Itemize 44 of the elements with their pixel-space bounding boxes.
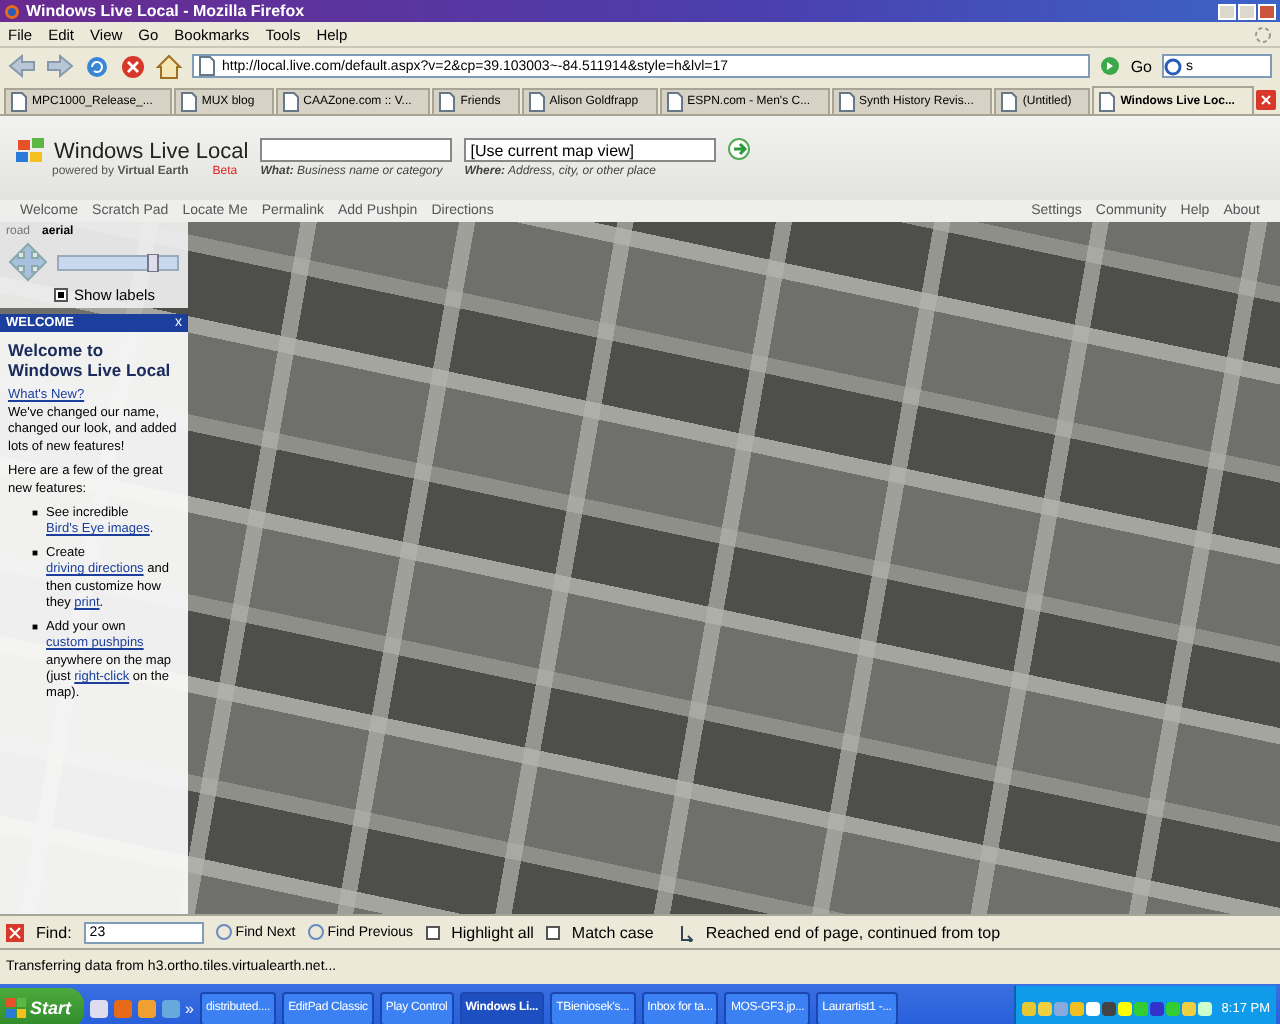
windows-logo-icon [16, 138, 48, 166]
wrap-icon [677, 923, 694, 941]
find-message: Reached end of page, continued from top [705, 923, 1001, 941]
back-icon[interactable] [8, 54, 36, 78]
close-tab-icon[interactable] [1256, 90, 1276, 110]
stop-icon[interactable] [120, 53, 146, 79]
page-icon [438, 92, 457, 112]
checkbox-label: Highlight all [451, 923, 534, 941]
close-icon[interactable] [6, 923, 24, 941]
page-icon [1098, 91, 1117, 111]
show-labels-checkbox[interactable] [54, 288, 68, 302]
highlight-checkbox[interactable] [425, 925, 440, 939]
home-icon[interactable] [156, 53, 182, 79]
panel-title: Welcome to Windows Live Local [8, 340, 173, 381]
zoom-slider-icon[interactable] [56, 253, 180, 271]
reload-icon[interactable] [84, 53, 110, 79]
minimize-button[interactable] [1218, 3, 1236, 19]
circle-icon [307, 924, 324, 940]
start-button[interactable]: Start [0, 988, 84, 1024]
search-engine-icon [1164, 57, 1182, 75]
page-icon [665, 92, 684, 112]
checkbox-label: Match case [571, 923, 654, 941]
page-icon [281, 92, 300, 112]
where-field[interactable]: [Use current map view] [464, 138, 717, 162]
go-button[interactable]: Go [1130, 57, 1152, 75]
page-icon [10, 92, 28, 112]
page-icon [1000, 92, 1019, 112]
close-button[interactable] [1258, 3, 1276, 19]
logo-text: Windows Live Local [54, 140, 249, 164]
what-field[interactable] [260, 138, 453, 162]
restore-button[interactable] [1238, 3, 1256, 19]
windows-logo-icon [6, 998, 26, 1018]
browser-logo-icon [4, 3, 20, 19]
page-icon [527, 92, 546, 112]
forward-icon[interactable] [46, 54, 74, 78]
more-button[interactable]: » [185, 999, 194, 1017]
page-icon [837, 92, 856, 112]
search-go-icon[interactable] [728, 137, 751, 159]
match-case-checkbox[interactable] [545, 925, 560, 939]
throbber-icon [1254, 25, 1272, 43]
window-title: Windows Live Local - Mozilla Firefox [26, 2, 305, 20]
circle-icon [215, 924, 232, 940]
go-icon[interactable] [1100, 56, 1121, 76]
find-label: Find: [36, 923, 72, 941]
